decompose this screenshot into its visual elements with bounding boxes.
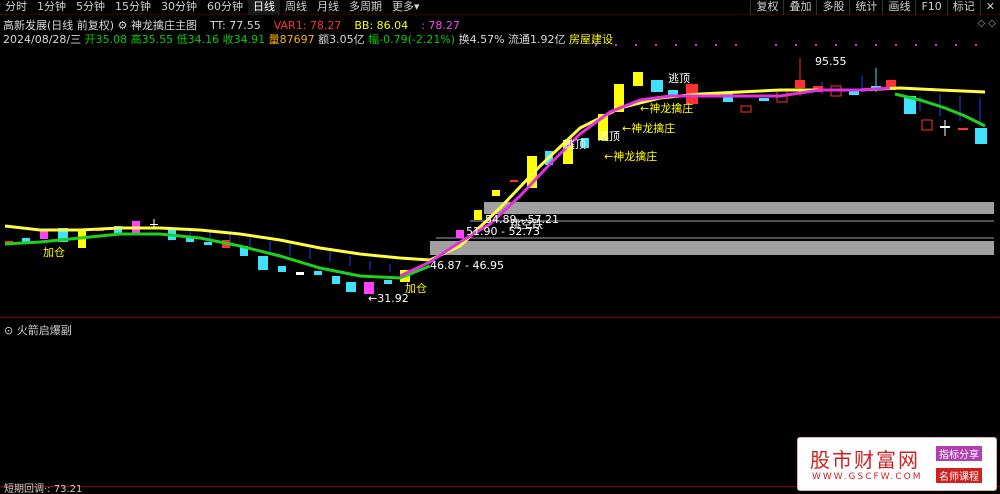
sub-indicator-name: 火箭启爆副 <box>16 324 72 337</box>
period-tabs: 分时 1分钟 5分钟 15分钟 30分钟 60分钟 日线 周线 月线 多周期 更… <box>0 0 425 15</box>
tab-period-monthly[interactable]: 月线 <box>312 0 344 15</box>
watermark-url: WWW.GSCFW.COM <box>812 472 923 482</box>
low-price-label: ←31.92 <box>368 292 409 305</box>
candlestick-chart[interactable]: 加仓 加仓 ←31.92 95.55 46.87 - 46.95 51.90 -… <box>0 16 1000 318</box>
tab-period-6[interactable]: 60分钟 <box>202 0 248 15</box>
shenlong-label-3: ←神龙擒庄 <box>640 101 693 115</box>
main-chart-pane[interactable]: 高新发展(日线 前复权) ⚙ 神龙擒庄主图 TT: 77.55 VAR1: 78… <box>0 16 1000 318</box>
shenlong-label-2: ←神龙擒庄 <box>622 121 675 135</box>
tab-period-5[interactable]: 30分钟 <box>156 0 202 15</box>
tab-period-1[interactable]: 分时 <box>0 0 32 15</box>
tab-period-weekly[interactable]: 周线 <box>280 0 312 15</box>
escape-top-label-3: 逃顶 <box>668 72 690 85</box>
toolbar-actions: 复权 叠加 多股 统计 画线 F10 标记 ✕ <box>750 0 1000 15</box>
multi-stock-button[interactable]: 多股 <box>816 0 849 15</box>
resistance-zone-2 <box>430 241 994 255</box>
period-toolbar: 分时 1分钟 5分钟 15分钟 30分钟 60分钟 日线 周线 月线 多周期 更… <box>0 0 1000 15</box>
tab-period-multi[interactable]: 多周期 <box>344 0 387 15</box>
gap-down-label: 跳空跌 <box>510 217 543 231</box>
close-icon[interactable]: ✕ <box>979 0 1000 15</box>
tab-period-4[interactable]: 15分钟 <box>110 0 156 15</box>
more-label: 更多 <box>392 0 414 13</box>
restore-right-button[interactable]: 复权 <box>750 0 783 15</box>
escape-top-label-1: 逃顶 <box>564 138 586 151</box>
tab-period-daily[interactable]: 日线 <box>248 0 280 15</box>
signal-dots <box>595 44 977 46</box>
sub-indicator-title[interactable]: ⊙ 火箭启爆副 <box>4 322 72 338</box>
shenlong-label-1: ←神龙擒庄 <box>604 149 657 163</box>
tab-period-2[interactable]: 1分钟 <box>32 0 71 15</box>
bottom-indicator-value: 短期回调·: 73.21 <box>4 484 83 494</box>
watermark-tag-share: 指标分享 <box>936 446 982 461</box>
add-position-label-1: 加仓 <box>43 245 65 259</box>
tab-period-3[interactable]: 5分钟 <box>71 0 110 15</box>
resistance-zone-1 <box>484 202 994 214</box>
watermark-logo: 股市财富网 WWW.GSCFW.COM 指标分享 名师课程 <box>797 437 997 491</box>
tab-period-more[interactable]: 更多▾ <box>387 0 425 15</box>
price-range-label-1: 46.87 - 46.95 <box>430 259 504 272</box>
collapse-icon[interactable]: ⊙ <box>4 324 13 337</box>
mark-button[interactable]: 标记 <box>946 0 980 15</box>
overlay-button[interactable]: 叠加 <box>783 0 816 15</box>
chevron-down-icon: ▾ <box>414 0 420 13</box>
high-price-label: 95.55 <box>815 55 847 68</box>
escape-top-label-2: 逃顶 <box>598 130 620 143</box>
f10-button[interactable]: F10 <box>915 0 946 15</box>
watermark-tag-course: 名师课程 <box>936 468 982 483</box>
draw-line-button[interactable]: 画线 <box>882 0 915 15</box>
watermark-main-text: 股市财富网 <box>810 448 920 472</box>
statistics-button[interactable]: 统计 <box>849 0 882 15</box>
